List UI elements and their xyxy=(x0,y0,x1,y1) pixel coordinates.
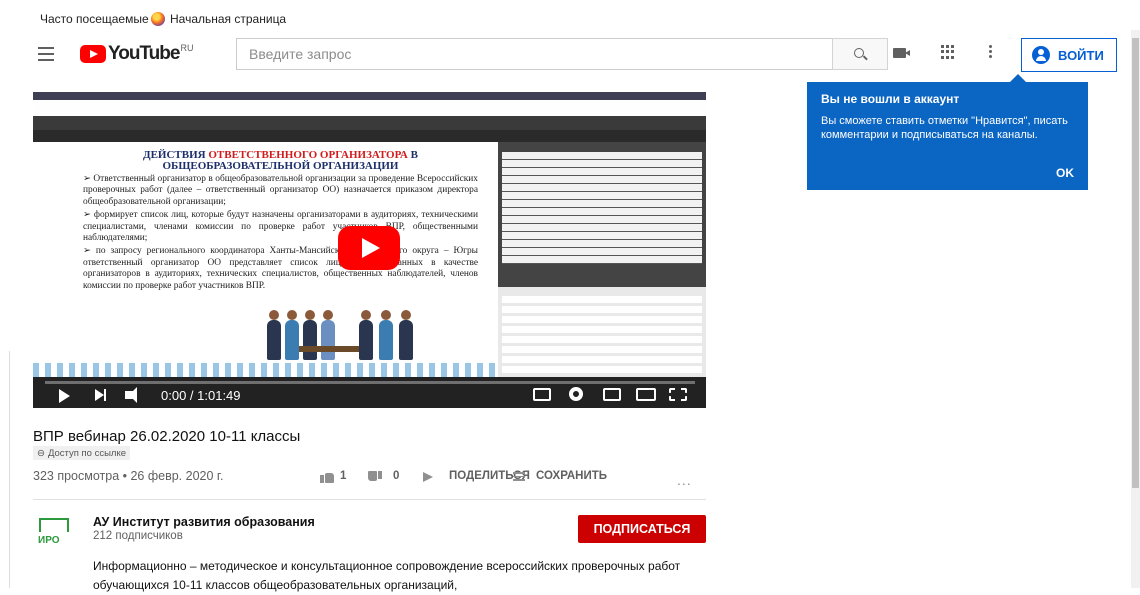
bookmarks-bar: Часто посещаемые Начальная страница xyxy=(0,0,1140,34)
youtube-header: YouTube RU Введите запрос ВОЙТИ xyxy=(38,35,1138,75)
slide-paragraph: ➢ по запросу регионального координатора … xyxy=(83,246,478,291)
link-icon: ⊖ xyxy=(37,447,45,459)
theater-mode-icon[interactable] xyxy=(636,388,656,401)
left-divider xyxy=(9,351,10,588)
fullscreen-icon[interactable] xyxy=(669,388,687,401)
popup-text: Вы сможете ставить отметки "Нравится", п… xyxy=(821,115,1068,141)
video-frame-tabbar xyxy=(33,92,706,100)
youtube-logo[interactable]: YouTube RU xyxy=(80,43,193,65)
volume-icon[interactable] xyxy=(125,387,137,403)
youtube-play-icon xyxy=(80,45,106,63)
bookmark-label: Часто посещаемые xyxy=(40,12,149,26)
save-playlist-icon[interactable] xyxy=(513,472,525,481)
progress-bar[interactable] xyxy=(45,381,695,384)
video-frame-toolbar xyxy=(33,130,706,142)
logo-region: RU xyxy=(180,43,194,53)
video-title: ВПР вебинар 26.02.2020 10-11 классы xyxy=(33,428,301,445)
settings-gear-icon[interactable] xyxy=(569,387,583,401)
scrollbar-thumb[interactable] xyxy=(1132,38,1139,488)
share-icon[interactable] xyxy=(423,472,433,482)
left-page-margin xyxy=(0,351,33,591)
create-video-icon[interactable] xyxy=(893,48,910,58)
subscribe-button[interactable]: ПОДПИСАТЬСЯ xyxy=(578,515,706,543)
subscriber-count: 212 подписчиков xyxy=(93,530,183,542)
slide-title: ДЕЙСТВИЯ ОТВЕТСТВЕННОГО ОРГАНИЗАТОРА В О… xyxy=(143,149,418,172)
channel-avatar-text: ИРО xyxy=(38,535,60,546)
channel-avatar[interactable]: ИРО xyxy=(36,514,72,550)
time-display: 0:00 / 1:01:49 xyxy=(161,388,241,403)
subtitles-icon[interactable] xyxy=(533,388,551,401)
slide-paragraph: ➢ Ответственный организатор в общеобразо… xyxy=(83,174,478,207)
save-button[interactable]: СОХРАНИТЬ xyxy=(536,470,607,482)
signin-button[interactable]: ВОЙТИ xyxy=(1021,38,1117,72)
large-play-button[interactable] xyxy=(338,226,400,270)
bookmark-home-page[interactable]: Начальная страница xyxy=(151,12,286,26)
miniplayer-icon[interactable] xyxy=(603,388,621,401)
slide-pattern xyxy=(33,363,498,377)
signin-label: ВОЙТИ xyxy=(1058,47,1104,63)
bookmark-label: Начальная страница xyxy=(170,12,287,26)
dislike-icon[interactable] xyxy=(368,471,382,483)
signin-tooltip: Вы не вошли в аккаунт Вы сможете ставить… xyxy=(807,74,1088,190)
like-icon[interactable] xyxy=(320,471,334,483)
video-player[interactable]: ДЕЙСТВИЯ ОТВЕТСТВЕННОГО ОРГАНИЗАТОРА В О… xyxy=(33,92,706,408)
slide-paragraph: ➢ формирует список лиц, которые будут на… xyxy=(83,210,478,244)
apps-icon[interactable] xyxy=(941,45,955,59)
search-input[interactable]: Введите запрос xyxy=(236,38,832,70)
video-frame-menubar xyxy=(33,116,706,130)
menu-icon[interactable] xyxy=(38,47,54,61)
video-frame-urlbar xyxy=(33,100,706,116)
slide-illustration xyxy=(263,302,423,360)
like-count[interactable]: 1 xyxy=(340,470,346,482)
divider xyxy=(33,499,706,500)
popup-ok-button[interactable]: OK xyxy=(1056,166,1074,180)
video-participants-panel xyxy=(498,142,706,287)
search-icon xyxy=(854,48,864,58)
logo-text: YouTube xyxy=(108,43,180,64)
popup-title: Вы не вошли в аккаунт xyxy=(821,92,960,106)
channel-name[interactable]: АУ Институт развития образования xyxy=(93,515,315,529)
access-label: Доступ по ссылке xyxy=(47,447,127,459)
views-and-date: 323 просмотра • 26 февр. 2020 г. xyxy=(33,469,224,483)
search-placeholder: Введите запрос xyxy=(249,46,352,62)
subscribe-label: ПОДПИСАТЬСЯ xyxy=(593,522,691,536)
bookmark-most-visited[interactable]: Часто посещаемые xyxy=(40,12,149,26)
account-icon xyxy=(1032,46,1050,64)
video-chat-panel xyxy=(498,287,706,387)
player-controls: 0:00 / 1:01:49 xyxy=(33,377,706,408)
more-actions-icon[interactable]: ... xyxy=(677,472,692,488)
next-icon[interactable] xyxy=(95,389,106,401)
presentation-slide: ДЕЙСТВИЯ ОТВЕТСТВЕННОГО ОРГАНИЗАТОРА В О… xyxy=(33,142,498,377)
video-description: Информационно – методическое и консульта… xyxy=(93,559,681,592)
firefox-icon xyxy=(151,12,165,26)
play-icon[interactable] xyxy=(59,389,70,403)
search-button[interactable] xyxy=(832,38,888,70)
access-badge: ⊖ Доступ по ссылке xyxy=(33,446,131,460)
settings-more-icon[interactable] xyxy=(989,45,993,60)
dislike-count[interactable]: 0 xyxy=(393,470,399,482)
